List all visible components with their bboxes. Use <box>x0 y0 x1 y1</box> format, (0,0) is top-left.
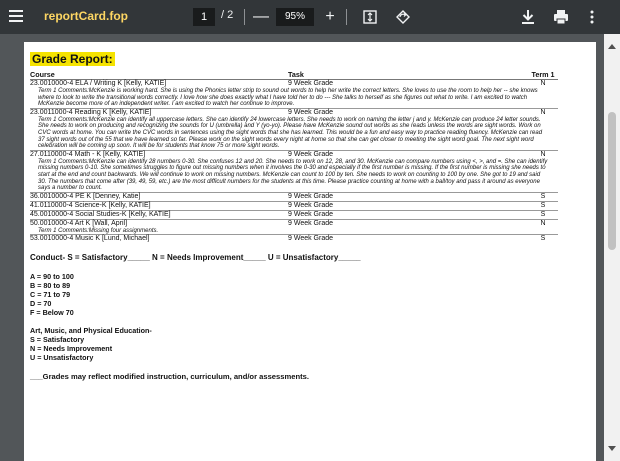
download-icon[interactable] <box>518 5 538 29</box>
grades-table: Course Task Term 1 23.0010000-4 ELA / Wr… <box>30 70 558 244</box>
task-cell: 9 Week Grade <box>288 209 528 220</box>
more-vert-icon[interactable] <box>584 5 600 29</box>
grade-scale-item: F = Below 70 <box>30 308 74 318</box>
pdf-toolbar: reportCard.fop 1 / 2 — 95% + <box>0 0 620 34</box>
table-row: 27.0110000-4 Math - K [Kelly, KATIE] 9 We… <box>30 149 558 159</box>
task-cell: 9 Week Grade <box>288 149 528 159</box>
course-name: 23.0011000-4 Reading K [Kelly, KATIE] <box>30 108 152 116</box>
table-row: 45.0010000-4 Social Studies-K [Kelly, KA… <box>30 209 558 220</box>
term-grade-cell: S <box>528 200 558 211</box>
task-header: Task <box>288 70 528 80</box>
scrollbar-thumb[interactable] <box>608 112 616 250</box>
special-subjects-scale: Art, Music, and Physical Education- S = … <box>30 326 558 362</box>
term-grade-cell: N <box>528 107 558 117</box>
zoom-level-input[interactable]: 95% <box>276 8 314 26</box>
current-page-input[interactable]: 1 <box>193 8 215 26</box>
task-cell: 9 Week Grade <box>288 191 528 202</box>
grade-scale-item: D = 70 <box>30 299 52 309</box>
zoom-out-button[interactable]: — <box>253 5 269 29</box>
grade-report-heading: Grade Report: <box>30 52 115 66</box>
term-grade-cell: N <box>528 79 558 88</box>
comment-cell: Term 1 Comments:Missing four assignments… <box>30 228 558 235</box>
comment-cell: Term 1 Comments:McKenzie is working hard… <box>30 88 558 108</box>
comment-row: Term 1 Comments:McKenzie is working hard… <box>30 88 558 108</box>
menu-icon[interactable] <box>8 7 26 27</box>
task-cell: 9 Week Grade <box>288 107 528 117</box>
task-cell: 9 Week Grade <box>288 200 528 211</box>
course-name: 23.0010000-4 ELA / Writing K [Kelly, KAT… <box>30 80 167 87</box>
vertical-scrollbar[interactable] <box>604 34 620 461</box>
comment-cell: Term 1 Comments:McKenzie can identify al… <box>30 117 558 150</box>
comment-row: Term 1 Comments:Missing four assignments… <box>30 228 558 235</box>
course-name: 50.0010000-4 Art K [Wall, April] <box>30 219 128 227</box>
zoom-in-button[interactable]: + <box>322 5 338 29</box>
course-cell: 41.0110000-4 Science-K [Kelly, KATIE] <box>30 200 288 211</box>
course-cell: 45.0010000-4 Social Studies-K [Kelly, KA… <box>30 209 288 220</box>
table-row: 36.0010000-4 PE K [Denney, Katie] 9 Week … <box>30 191 558 202</box>
special-scale-item: U = Unsatisfactory <box>30 353 94 363</box>
course-cell: 27.0110000-4 Math - K [Kelly, KATIE] <box>30 149 288 159</box>
scroll-up-arrow-icon[interactable] <box>608 44 616 49</box>
document-viewer[interactable]: Grade Report: Course Task Term 1 23.0010… <box>0 34 620 461</box>
course-name: 45.0010000-4 Social Studies-K [Kelly, KA… <box>30 210 171 218</box>
comment-row: Term 1 Comments:McKenzie can identify 28… <box>30 159 558 192</box>
fit-to-page-icon[interactable] <box>360 5 380 29</box>
modified-instruction-note: ___Grades may reflect modified instructi… <box>30 372 309 382</box>
term-grade-cell: S <box>528 191 558 202</box>
task-cell: 9 Week Grade <box>288 234 528 244</box>
course-cell: 23.0011000-4 Reading K [Kelly, KATIE] <box>30 107 288 117</box>
course-name: 27.0110000-4 Math - K [Kelly, KATIE] <box>30 150 146 158</box>
page-count: / 2 <box>221 9 234 21</box>
course-header: Course <box>30 70 288 80</box>
special-scale-item: N = Needs Improvement <box>30 344 113 354</box>
task-cell: 9 Week Grade <box>288 79 528 88</box>
term-comment: Term 1 Comments:McKenzie can identify 28… <box>38 158 548 192</box>
grade-scale: A = 90 to 100 B = 80 to 89 C = 71 to 79 … <box>30 272 558 317</box>
course-name: 41.0110000-4 Science-K [Kelly, KATIE] <box>30 201 151 209</box>
conduct-line: Conduct- S = Satisfactory_____ N = Needs… <box>30 253 361 263</box>
term-grade-cell: S <box>528 234 558 244</box>
scroll-down-arrow-icon[interactable] <box>608 446 616 451</box>
report-card: Grade Report: Course Task Term 1 23.0010… <box>30 50 558 381</box>
course-cell: 53.0010000-4 Music K [Lund, Michael] <box>30 234 288 244</box>
task-cell: 9 Week Grade <box>288 218 528 228</box>
course-name: 36.0010000-4 PE K [Denney, Katie] <box>30 192 141 200</box>
term-comment: Term 1 Comments:Missing four assignments… <box>38 227 159 234</box>
special-subjects-title: Art, Music, and Physical Education- <box>30 326 152 336</box>
term-grade-cell: S <box>528 209 558 220</box>
term-grade-cell: N <box>528 218 558 228</box>
rotate-icon[interactable] <box>393 5 413 29</box>
divider <box>244 9 245 25</box>
pdf-page: Grade Report: Course Task Term 1 23.0010… <box>24 42 596 461</box>
course-cell: 23.0010000-4 ELA / Writing K [Kelly, KAT… <box>30 79 288 88</box>
print-icon[interactable] <box>550 5 572 29</box>
divider <box>346 9 347 25</box>
course-cell: 36.0010000-4 PE K [Denney, Katie] <box>30 191 288 202</box>
grade-scale-item: C = 71 to 79 <box>30 290 71 300</box>
course-name: 53.0010000-4 Music K [Lund, Michael] <box>30 235 150 243</box>
course-cell: 50.0010000-4 Art K [Wall, April] <box>30 218 288 228</box>
comment-row: Term 1 Comments:McKenzie can identify al… <box>30 117 558 150</box>
table-header-row: Course Task Term 1 <box>30 70 558 80</box>
table-row: 23.0011000-4 Reading K [Kelly, KATIE] 9 W… <box>30 107 558 117</box>
file-name: reportCard.fop <box>44 9 128 23</box>
table-row: 23.0010000-4 ELA / Writing K [Kelly, KAT… <box>30 79 558 88</box>
grade-scale-item: A = 90 to 100 <box>30 272 74 282</box>
table-row: 53.0010000-4 Music K [Lund, Michael] 9 We… <box>30 234 558 244</box>
term-comment: Term 1 Comments:McKenzie can identify al… <box>38 116 543 150</box>
special-scale-item: S = Satisfactory <box>30 335 85 345</box>
comment-cell: Term 1 Comments:McKenzie can identify 28… <box>30 159 558 192</box>
term-comment: Term 1 Comments:McKenzie is working hard… <box>38 88 538 108</box>
table-row: 41.0110000-4 Science-K [Kelly, KATIE] 9 W… <box>30 200 558 211</box>
term-header: Term 1 <box>528 70 558 80</box>
table-row: 50.0010000-4 Art K [Wall, April] 9 Week G… <box>30 218 558 228</box>
term-grade-cell: N <box>528 149 558 159</box>
grade-scale-item: B = 80 to 89 <box>30 281 71 291</box>
